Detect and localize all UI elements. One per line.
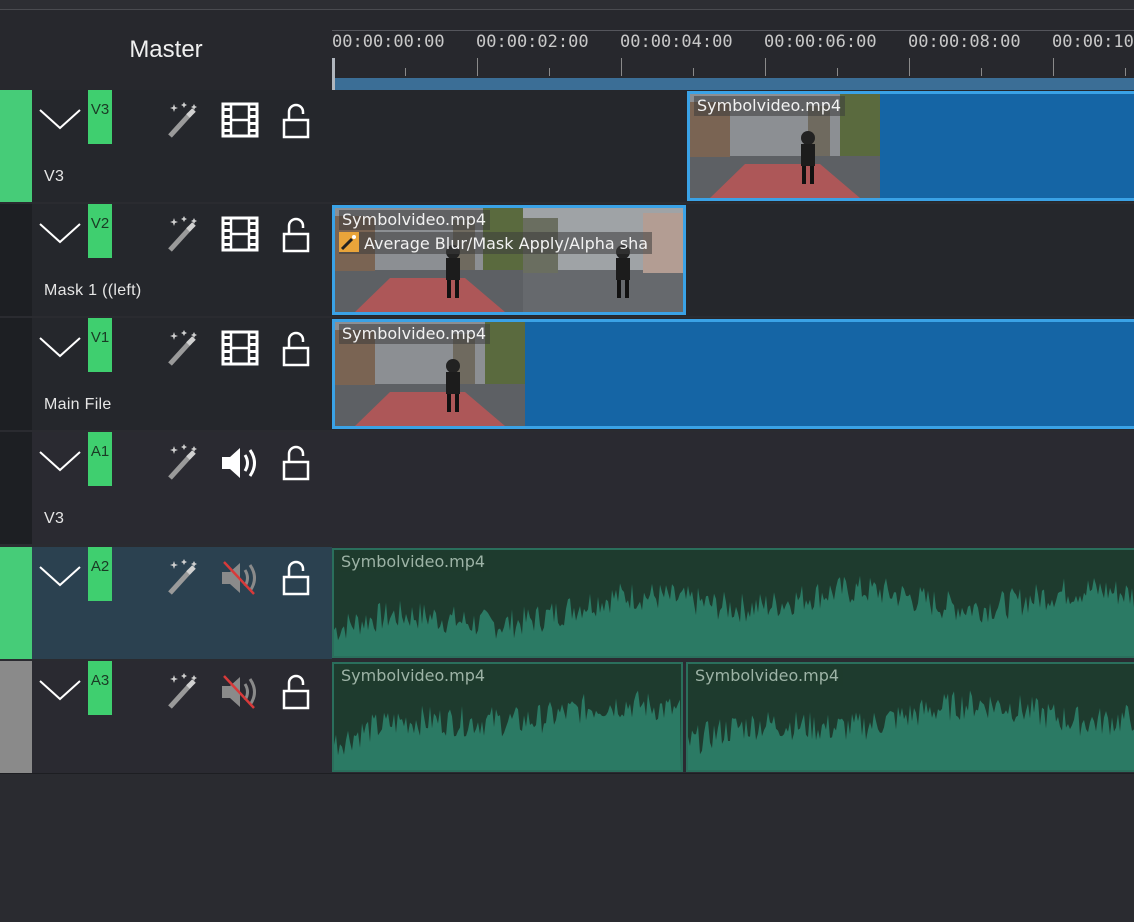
ruler-tick-label: 00:00:00:00 [332, 32, 445, 52]
unlocked-padlock-icon[interactable] [282, 673, 310, 715]
chevron-down-icon[interactable] [38, 446, 82, 476]
waveform-path [334, 690, 681, 770]
lane-a3[interactable]: Symbolvideo.mp4 Symbolvideo.mp4 [332, 661, 1134, 773]
track-header-a1[interactable]: A1 V3 [0, 432, 332, 544]
unlocked-padlock-icon[interactable] [282, 102, 310, 144]
ruler-tick-label: 00:00:04:00 [620, 32, 733, 52]
speaker-icon[interactable] [220, 444, 260, 486]
effect-label-text: Average Blur/Mask Apply/Alpha sha [364, 234, 649, 253]
track-color-strip [0, 90, 32, 202]
ruler-tick [909, 58, 910, 76]
track-name: V3 [44, 510, 65, 527]
film-icon[interactable] [221, 330, 259, 370]
speaker-muted-icon[interactable] [220, 673, 260, 715]
track-header-v3[interactable]: V3 V3 [0, 90, 332, 202]
timeline-ruler[interactable]: 00:00:00:00 00:00:02:00 00:00:04:00 00:00:0… [332, 10, 1134, 90]
track-header-a3[interactable]: A3 [0, 661, 332, 773]
effects-wand-icon[interactable] [164, 671, 200, 715]
unlocked-padlock-icon[interactable] [282, 444, 310, 486]
clip-label: Symbolvideo.mp4 [692, 666, 844, 686]
waveform-path [334, 575, 1134, 656]
header-bottom-divider [0, 773, 1134, 774]
clip-v1[interactable]: Symbolvideo.mp4 [332, 319, 1134, 429]
clip-label: Symbolvideo.mp4 [339, 210, 491, 230]
track-color-strip [0, 318, 32, 430]
ruler-tick [1125, 68, 1126, 76]
ruler-tick [477, 58, 478, 76]
master-title: Master [129, 36, 203, 63]
effects-wand-icon[interactable] [164, 214, 200, 258]
track-tag: A2 [88, 547, 112, 601]
ruler-tick [837, 68, 838, 76]
track-name: V3 [44, 168, 65, 185]
chevron-down-icon[interactable] [38, 675, 82, 705]
lane-a1[interactable] [332, 432, 1134, 544]
ruler-tick-label: 00:00:06:00 [764, 32, 877, 52]
track-tag: V2 [88, 204, 112, 258]
track-header-v2[interactable]: V2 Mask 1 ((left) [0, 204, 332, 316]
track-header-a2[interactable]: A2 [0, 547, 332, 659]
clip-v3[interactable]: Symbolvideo.mp4 [687, 91, 1134, 201]
track-tag: A3 [88, 661, 112, 715]
chevron-down-icon[interactable] [38, 218, 82, 248]
ruler-tick [405, 68, 406, 76]
clip-a3-2[interactable]: Symbolvideo.mp4 [686, 662, 1134, 772]
track-color-strip [0, 204, 32, 316]
effects-wand-icon[interactable] [164, 328, 200, 372]
ruler-top-line [332, 30, 1134, 31]
track-header-v1[interactable]: V1 Main File [0, 318, 332, 430]
track-tag: A1 [88, 432, 112, 486]
effects-wand-icon[interactable] [164, 442, 200, 486]
lane-v2[interactable]: Symbolvideo.mp4 Average Blur/Mask Apply/… [332, 204, 1134, 316]
film-icon[interactable] [221, 216, 259, 256]
effects-wand-icon[interactable] [164, 100, 200, 144]
ruler-tick [621, 58, 622, 76]
track-tag: V3 [88, 90, 112, 144]
clip-label: Symbolvideo.mp4 [339, 324, 491, 344]
ruler-tick [981, 68, 982, 76]
track-color-strip [0, 432, 32, 544]
ruler-tick [765, 58, 766, 76]
chevron-down-icon[interactable] [38, 561, 82, 591]
ruler-tick [1053, 58, 1054, 76]
ruler-tick [549, 68, 550, 76]
waveform-path [688, 690, 1134, 770]
unlocked-padlock-icon[interactable] [282, 330, 310, 372]
ruler-tick-label: 00:00:02:00 [476, 32, 589, 52]
lane-v3[interactable]: Symbolvideo.mp4 [332, 90, 1134, 202]
track-color-strip [0, 547, 32, 659]
track-tag: V1 [88, 318, 112, 372]
track-color-strip [0, 661, 32, 773]
lane-v1[interactable]: Symbolvideo.mp4 [332, 318, 1134, 430]
timeline-zone-bar[interactable] [332, 78, 1134, 90]
clip-label: Symbolvideo.mp4 [338, 552, 490, 572]
playhead[interactable] [332, 58, 335, 90]
track-name: Mask 1 ((left) [44, 282, 142, 299]
clip-a3-1[interactable]: Symbolvideo.mp4 [332, 662, 683, 772]
film-icon[interactable] [221, 102, 259, 142]
chevron-down-icon[interactable] [38, 104, 82, 134]
speaker-muted-icon[interactable] [220, 559, 260, 601]
clip-thumbnail [523, 208, 683, 312]
clip-v2[interactable]: Symbolvideo.mp4 Average Blur/Mask Apply/… [332, 205, 686, 315]
chevron-down-icon[interactable] [38, 332, 82, 362]
master-header: Master [0, 10, 332, 90]
clip-label: Symbolvideo.mp4 [694, 96, 846, 116]
top-divider [0, 0, 1134, 10]
lane-a2[interactable]: Symbolvideo.mp4 [332, 547, 1134, 659]
clip-a2[interactable]: Symbolvideo.mp4 [332, 548, 1134, 658]
ruler-tick-label: 00:00:08:00 [908, 32, 1021, 52]
unlocked-padlock-icon[interactable] [282, 559, 310, 601]
track-name: Main File [44, 396, 112, 413]
ruler-tick-label: 00:00:10 [1052, 32, 1134, 52]
effect-label: Average Blur/Mask Apply/Alpha sha [339, 232, 653, 254]
effects-wand-icon[interactable] [164, 557, 200, 601]
effects-wand-icon [339, 232, 359, 252]
ruler-tick [693, 68, 694, 76]
unlocked-padlock-icon[interactable] [282, 216, 310, 258]
clip-label: Symbolvideo.mp4 [338, 666, 490, 686]
